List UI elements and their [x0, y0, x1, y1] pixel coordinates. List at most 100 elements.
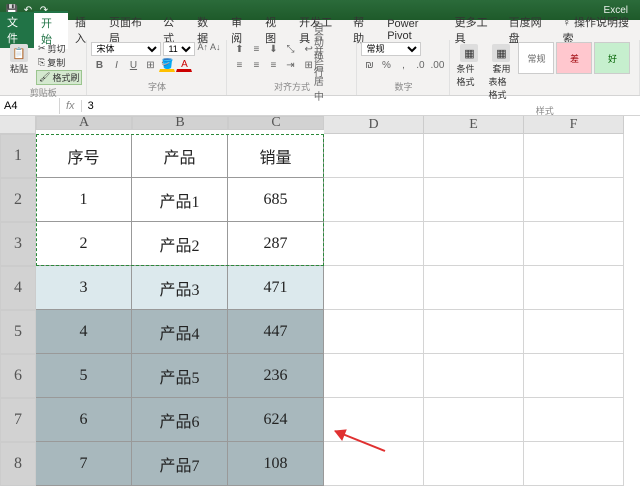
cell[interactable] — [524, 442, 624, 486]
cell[interactable] — [524, 398, 624, 442]
style-normal[interactable]: 常规 — [518, 42, 554, 74]
bold-button[interactable]: B — [91, 58, 107, 72]
cell[interactable]: 4 — [36, 310, 132, 354]
worksheet[interactable]: A B C D E F 1序号产品销量21产品168532产品228743产品3… — [0, 116, 640, 486]
cell[interactable]: 3 — [36, 266, 132, 310]
cell[interactable]: 产品4 — [132, 310, 228, 354]
cell[interactable]: 6 — [36, 398, 132, 442]
cell[interactable]: 5 — [36, 354, 132, 398]
cell[interactable]: 产品3 — [132, 266, 228, 310]
cell[interactable] — [524, 222, 624, 266]
cell[interactable] — [524, 178, 624, 222]
decrease-font-icon[interactable]: A↓ — [210, 42, 221, 56]
cell[interactable]: 1 — [36, 178, 132, 222]
format-painter-button[interactable]: 🖌 格式刷 — [36, 70, 82, 85]
formula-input[interactable]: 3 — [82, 98, 640, 114]
cell[interactable]: 287 — [228, 222, 324, 266]
cell[interactable]: 108 — [228, 442, 324, 486]
number-format-select[interactable]: 常规 — [361, 42, 421, 56]
row-header[interactable]: 7 — [0, 398, 36, 442]
col-header-e[interactable]: E — [424, 116, 524, 134]
row-header[interactable]: 8 — [0, 442, 36, 486]
style-good[interactable]: 好 — [594, 42, 630, 74]
align-bottom-icon[interactable]: ⬇ — [265, 42, 281, 56]
italic-button[interactable]: I — [108, 58, 124, 72]
cell[interactable] — [324, 178, 424, 222]
align-center-icon[interactable]: ≡ — [248, 58, 264, 72]
cell[interactable] — [424, 134, 524, 178]
fx-button[interactable]: fx — [60, 100, 82, 112]
col-header-d[interactable]: D — [324, 116, 424, 134]
cell[interactable]: 产品 — [132, 134, 228, 178]
cell[interactable]: 624 — [228, 398, 324, 442]
cell[interactable] — [524, 266, 624, 310]
cell[interactable] — [424, 222, 524, 266]
cell[interactable]: 7 — [36, 442, 132, 486]
cell[interactable] — [524, 134, 624, 178]
style-bad[interactable]: 差 — [556, 42, 592, 74]
cell[interactable]: 2 — [36, 222, 132, 266]
comma-icon[interactable]: , — [395, 58, 411, 72]
increase-font-icon[interactable]: A↑ — [197, 42, 208, 56]
cell[interactable] — [424, 398, 524, 442]
name-box[interactable]: A4 — [0, 98, 60, 114]
row-header[interactable]: 6 — [0, 354, 36, 398]
cell[interactable]: 471 — [228, 266, 324, 310]
cell[interactable] — [424, 178, 524, 222]
align-middle-icon[interactable]: ≡ — [248, 42, 264, 56]
percent-icon[interactable]: % — [378, 58, 394, 72]
font-size-select[interactable]: 11 — [163, 42, 195, 56]
cell[interactable] — [424, 266, 524, 310]
cell[interactable]: 序号 — [36, 134, 132, 178]
increase-decimal-icon[interactable]: .0 — [412, 58, 428, 72]
row-header[interactable]: 5 — [0, 310, 36, 354]
row-header[interactable]: 1 — [0, 134, 36, 178]
paste-button[interactable]: 📋 粘贴 — [4, 42, 34, 77]
col-header-f[interactable]: F — [524, 116, 624, 134]
merge-button[interactable]: ⊞合并后居中 — [299, 58, 333, 72]
row-header[interactable]: 4 — [0, 266, 36, 310]
copy-button[interactable]: ⎘ 复制 — [36, 56, 82, 69]
row-header[interactable]: 3 — [0, 222, 36, 266]
cell[interactable]: 销量 — [228, 134, 324, 178]
fill-color-button[interactable]: 🪣 — [159, 58, 175, 72]
cell[interactable] — [524, 310, 624, 354]
cell[interactable] — [324, 354, 424, 398]
font-name-select[interactable]: 宋体 — [91, 42, 161, 56]
decrease-decimal-icon[interactable]: .00 — [429, 58, 445, 72]
align-right-icon[interactable]: ≡ — [265, 58, 281, 72]
cell[interactable] — [424, 354, 524, 398]
cell[interactable] — [524, 354, 624, 398]
col-header-a[interactable]: A — [36, 116, 132, 130]
cut-button[interactable]: ✂ 剪切 — [36, 42, 82, 55]
cell[interactable] — [424, 442, 524, 486]
align-top-icon[interactable]: ⬆ — [231, 42, 247, 56]
cell[interactable]: 产品7 — [132, 442, 228, 486]
cell[interactable] — [324, 222, 424, 266]
cell[interactable] — [324, 134, 424, 178]
cell[interactable] — [324, 310, 424, 354]
cell-styles-gallery[interactable]: 常规 差 好 — [518, 42, 630, 74]
cell[interactable]: 产品6 — [132, 398, 228, 442]
indent-icon[interactable]: ⇥ — [282, 58, 298, 72]
cell[interactable]: 447 — [228, 310, 324, 354]
orientation-icon[interactable]: ⤡ — [282, 42, 298, 56]
col-header-b[interactable]: B — [132, 116, 228, 130]
align-left-icon[interactable]: ≡ — [231, 58, 247, 72]
cell[interactable]: 产品2 — [132, 222, 228, 266]
cell[interactable]: 236 — [228, 354, 324, 398]
border-button[interactable]: ⊞ — [142, 58, 158, 72]
conditional-format-button[interactable]: ▦条件格式 — [454, 42, 484, 90]
select-all-corner[interactable] — [0, 116, 36, 134]
format-as-table-button[interactable]: ▦套用表格格式 — [486, 42, 516, 103]
cell[interactable]: 产品5 — [132, 354, 228, 398]
row-header[interactable]: 2 — [0, 178, 36, 222]
col-header-c[interactable]: C — [228, 116, 324, 130]
underline-button[interactable]: U — [125, 58, 141, 72]
cell[interactable] — [424, 310, 524, 354]
cell[interactable]: 685 — [228, 178, 324, 222]
font-color-button[interactable]: A — [176, 58, 192, 72]
currency-icon[interactable]: ₪ — [361, 58, 377, 72]
cell[interactable] — [324, 266, 424, 310]
cell[interactable]: 产品1 — [132, 178, 228, 222]
